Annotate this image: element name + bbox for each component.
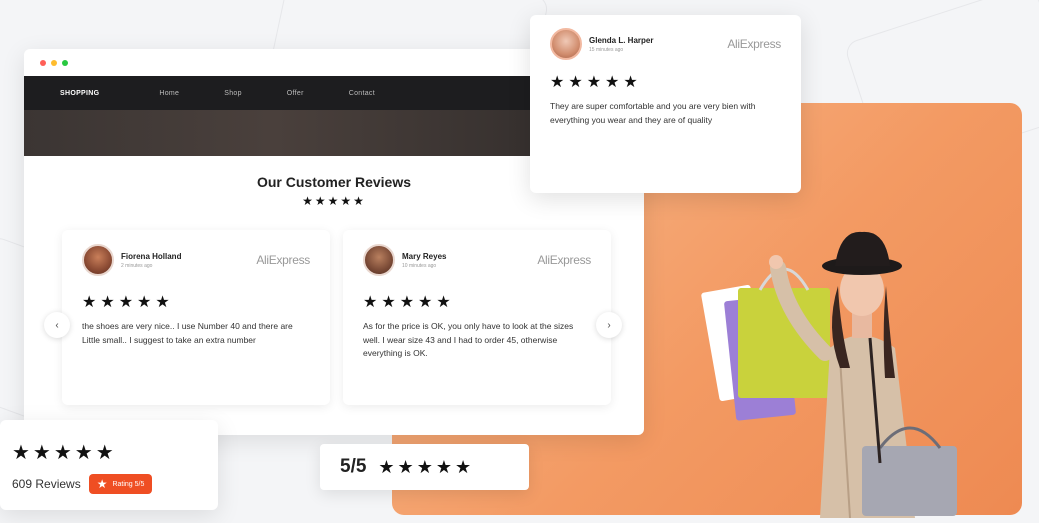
- review-time: 15 minutes ago: [589, 46, 624, 53]
- rating-badge-label: Rating: [112, 480, 133, 488]
- review-time: 2 minutes ago: [121, 262, 153, 269]
- section-star-rating: ★★★★★: [302, 194, 366, 208]
- summary-stars: ★★★★★: [12, 442, 117, 464]
- star-icon: ★: [96, 477, 108, 491]
- platform-logo: AliExpress: [537, 253, 591, 267]
- rating-badge: ★ Rating 5/5: [88, 474, 153, 494]
- rating-badge-value: 5/5: [134, 480, 145, 488]
- carousel-prev-button[interactable]: ‹: [44, 312, 70, 338]
- score-stars: ★★★★★: [378, 456, 475, 477]
- review-text: As for the price is OK, you only have to…: [363, 321, 574, 359]
- window-maximize-dot: [62, 59, 68, 66]
- chevron-left-icon: ‹: [55, 319, 59, 331]
- score-value: 5/5: [340, 456, 367, 477]
- reviewer-name: Glenda L. Harper: [589, 35, 654, 45]
- window-minimize-dot: [51, 59, 57, 66]
- review-text: the shoes are very nice.. I use Number 4…: [82, 321, 293, 345]
- review-time: 10 minutes ago: [402, 262, 437, 269]
- avatar: [363, 244, 395, 276]
- carousel-next-button[interactable]: ›: [596, 312, 622, 338]
- nav-link-offer[interactable]: Offer: [287, 90, 304, 97]
- nav-link-shop[interactable]: Shop: [224, 90, 242, 97]
- review-stars: ★★★★★: [82, 294, 174, 311]
- site-brand[interactable]: SHOPPING: [60, 90, 99, 97]
- reviewer-name: Mary Reyes: [402, 251, 447, 261]
- window-close-dot: [40, 59, 46, 66]
- rating-summary-card: ★★★★★ 609 Reviews ★ Rating 5/5: [0, 420, 218, 510]
- featured-review-card: Glenda L. Harper 15 minutes ago AliExpre…: [530, 15, 801, 193]
- reviewer-name: Fiorena Holland: [121, 251, 182, 261]
- review-count: 609 Reviews: [12, 477, 81, 491]
- review-card: Fiorena Holland 2 minutes ago AliExpress…: [62, 230, 330, 405]
- review-stars: ★★★★★: [550, 74, 642, 91]
- nav-link-contact[interactable]: Contact: [349, 90, 375, 97]
- review-stars: ★★★★★: [363, 294, 455, 311]
- platform-logo: AliExpress: [727, 37, 781, 51]
- nav-link-home[interactable]: Home: [159, 90, 179, 97]
- avatar: [82, 244, 114, 276]
- chevron-right-icon: ›: [607, 319, 611, 331]
- platform-logo: AliExpress: [256, 253, 310, 267]
- shopper-illustration: [701, 231, 957, 518]
- review-card: Mary Reyes 10 minutes ago AliExpress ★★★…: [343, 230, 611, 405]
- score-badge: 5/5 ★★★★★: [320, 444, 529, 490]
- review-text: They are super comfortable and you are v…: [550, 101, 756, 125]
- avatar: [550, 28, 582, 60]
